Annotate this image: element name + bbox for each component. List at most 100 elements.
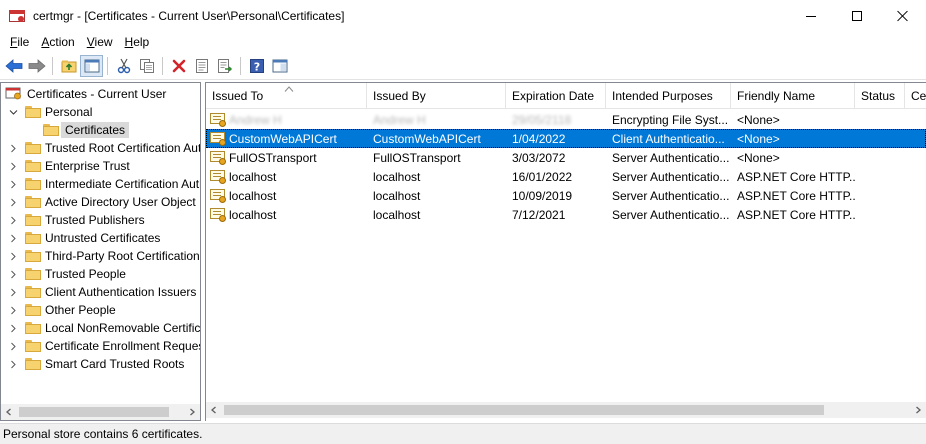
delete-button[interactable] xyxy=(167,55,190,77)
certificate-row[interactable]: localhost localhost 10/09/2019 Server Authe… xyxy=(206,186,926,205)
scroll-right-icon[interactable] xyxy=(184,404,200,420)
up-one-level-button[interactable] xyxy=(57,55,80,77)
cell-expiration-date: 1/04/2022 xyxy=(512,131,566,146)
certificate-icon xyxy=(210,131,226,146)
properties-button[interactable] xyxy=(190,55,213,77)
tree-node-store[interactable]: Certificate Enrollment Requests xyxy=(7,337,200,355)
cell-issued-to: CustomWebAPICert xyxy=(206,131,367,146)
export-list-button[interactable] xyxy=(213,55,236,77)
cell-issued-by: localhost xyxy=(373,169,421,184)
tree-node-store[interactable]: Trusted Root Certification Authorities xyxy=(7,139,200,157)
certificate-icon xyxy=(210,150,226,165)
status-bar: Personal store contains 6 certificates. xyxy=(0,423,926,444)
tree-node-label: Local NonRemovable Certificates xyxy=(45,321,201,335)
certificate-row[interactable]: Andrew H Andrew H 29/05/2118 Encrypting Fil… xyxy=(206,110,926,129)
sort-ascending-icon xyxy=(284,86,294,92)
cell-intended-purposes: Client Authenticatio... xyxy=(612,131,725,146)
cell-expiration-date: 10/09/2019 xyxy=(512,188,573,203)
chevron-right-icon[interactable] xyxy=(7,304,19,316)
close-button[interactable] xyxy=(880,0,926,32)
tree-node-label: Client Authentication Issuers xyxy=(45,285,197,299)
tree-node-store[interactable]: Client Authentication Issuers xyxy=(7,283,196,301)
chevron-right-icon[interactable] xyxy=(7,196,19,208)
folder-icon xyxy=(25,358,41,370)
chevron-down-icon[interactable] xyxy=(7,106,19,118)
tree-node-certificates[interactable]: Certificates xyxy=(43,121,130,139)
menu-bar: File Action View Help xyxy=(0,32,926,53)
tree-node-store[interactable]: Trusted People xyxy=(7,265,126,283)
certificate-row[interactable]: CustomWebAPICert CustomWebAPICert 1/04/202… xyxy=(206,129,926,148)
tree-horizontal-scrollbar[interactable] xyxy=(1,404,200,420)
chevron-right-icon[interactable] xyxy=(7,358,19,370)
minimize-button[interactable] xyxy=(788,0,834,32)
column-header-status[interactable]: Status xyxy=(855,83,905,109)
tree-node-store[interactable]: Smart Card Trusted Roots xyxy=(7,355,184,373)
tree-node-store[interactable]: Intermediate Certification Authorities xyxy=(7,175,200,193)
column-header-issued-by[interactable]: Issued By xyxy=(367,83,506,109)
export-list-icon xyxy=(217,59,232,73)
scroll-right-icon[interactable] xyxy=(910,402,926,418)
chevron-right-icon[interactable] xyxy=(7,322,19,334)
toolbar-separator xyxy=(107,57,108,75)
chevron-right-icon[interactable] xyxy=(7,340,19,352)
chevron-right-icon[interactable] xyxy=(7,214,19,226)
maximize-button[interactable] xyxy=(834,0,880,32)
list-scroll-thumb[interactable] xyxy=(224,405,824,415)
svg-text:?: ? xyxy=(253,61,259,74)
chevron-right-icon[interactable] xyxy=(7,250,19,262)
tree-node-label: Untrusted Certificates xyxy=(45,231,161,245)
tree-scroll-thumb[interactable] xyxy=(19,407,169,417)
cell-expiration-date: 16/01/2022 xyxy=(512,169,573,184)
chevron-right-icon[interactable] xyxy=(7,286,19,298)
scroll-left-icon[interactable] xyxy=(206,402,222,418)
chevron-right-icon[interactable] xyxy=(7,178,19,190)
title-bar[interactable]: certmgr - [Certificates - Current User\P… xyxy=(0,0,926,32)
column-header-friendly-name[interactable]: Friendly Name xyxy=(731,83,855,109)
tree-node-store[interactable]: Enterprise Trust xyxy=(7,157,130,175)
certificate-row[interactable]: localhost localhost 16/01/2022 Server Authe… xyxy=(206,167,926,186)
mmc-view-button[interactable] xyxy=(268,55,291,77)
tree-node-store[interactable]: Third-Party Root Certification Authoriti… xyxy=(7,247,200,265)
back-button[interactable] xyxy=(2,55,25,77)
column-header-expiration-date[interactable]: Expiration Date xyxy=(506,83,606,109)
scroll-left-icon[interactable] xyxy=(1,404,17,420)
tree-node-store[interactable]: Trusted Publishers xyxy=(7,211,145,229)
certificate-row[interactable]: localhost localhost 7/12/2021 Server Authen… xyxy=(206,205,926,224)
chevron-right-icon[interactable] xyxy=(7,160,19,172)
cell-expiration-date: 7/12/2021 xyxy=(512,207,566,222)
cell-intended-purposes: Server Authenticatio... xyxy=(612,207,730,222)
folder-icon xyxy=(25,142,41,154)
tree-node-store[interactable]: Active Directory User Object xyxy=(7,193,196,211)
show-hide-tree-button[interactable] xyxy=(80,55,103,77)
column-header-issued-to[interactable]: Issued To xyxy=(206,83,367,109)
back-icon xyxy=(4,59,22,73)
tree-node-store[interactable]: Other People xyxy=(7,301,116,319)
chevron-right-icon[interactable] xyxy=(7,232,19,244)
menu-view[interactable]: View xyxy=(81,32,119,53)
menu-action[interactable]: Action xyxy=(35,32,80,53)
list-horizontal-scrollbar[interactable] xyxy=(206,402,926,418)
chevron-right-icon[interactable] xyxy=(7,268,19,280)
chevron-right-icon[interactable] xyxy=(7,142,19,154)
copy-button[interactable] xyxy=(135,55,158,77)
column-header-certificate-template[interactable]: Certificate Template xyxy=(905,83,926,109)
folder-icon xyxy=(43,124,59,136)
cell-intended-purposes: Server Authenticatio... xyxy=(612,188,730,203)
tree-root[interactable]: Certificates - Current User xyxy=(5,85,166,103)
certificate-row[interactable]: FullOSTransport FullOSTransport 3/03/2072 S… xyxy=(206,148,926,167)
tree-node-store[interactable]: Untrusted Certificates xyxy=(7,229,160,247)
tree-node-store[interactable]: Local NonRemovable Certificates xyxy=(7,319,201,337)
console-tree[interactable]: Certificates - Current User Personal Cer… xyxy=(0,82,201,421)
certmgr-app-icon[interactable] xyxy=(9,8,25,24)
folder-icon xyxy=(25,268,41,280)
help-button[interactable]: ? xyxy=(245,55,268,77)
certificate-list[interactable]: Issued To Issued By Expiration Date Inte… xyxy=(205,82,926,421)
menu-file[interactable]: File xyxy=(4,32,35,53)
cut-button[interactable] xyxy=(112,55,135,77)
menu-help[interactable]: Help xyxy=(119,32,156,53)
column-header-intended-purposes[interactable]: Intended Purposes xyxy=(606,83,731,109)
tree-node-personal[interactable]: Personal xyxy=(7,103,92,121)
forward-button[interactable] xyxy=(25,55,48,77)
folder-icon xyxy=(25,178,41,190)
properties-icon xyxy=(195,59,208,73)
